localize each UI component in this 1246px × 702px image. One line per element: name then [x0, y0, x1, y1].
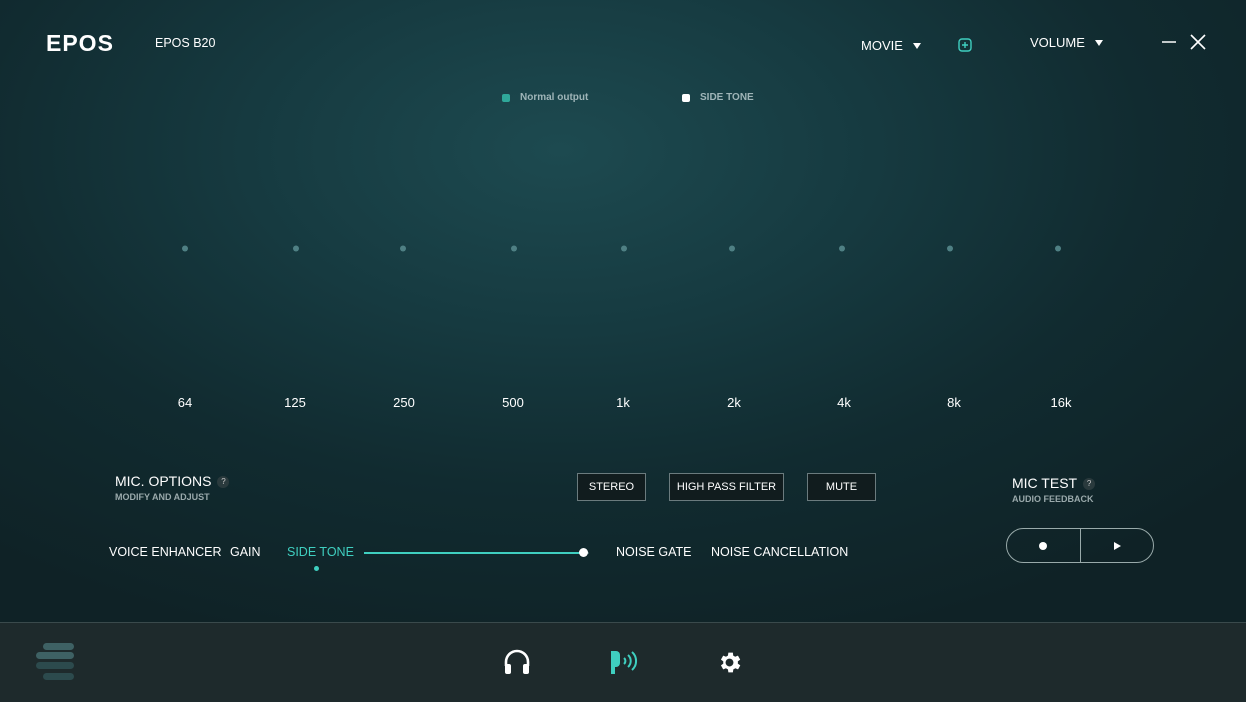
mic-test-section: MIC TEST? AUDIO FEEDBACK	[1012, 475, 1096, 504]
mic-options-title: MIC. OPTIONS	[115, 473, 212, 489]
help-icon[interactable]: ?	[1083, 477, 1096, 490]
headphones-icon[interactable]	[503, 649, 531, 680]
slider-fill	[364, 552, 584, 554]
mic-test-title: MIC TEST	[1012, 475, 1078, 491]
eq-point-500[interactable]	[511, 245, 517, 252]
play-button[interactable]	[1081, 529, 1154, 562]
freq-label-4k: 4k	[837, 395, 851, 410]
freq-label-2k: 2k	[727, 395, 741, 410]
eq-curve	[110, 245, 1115, 252]
settings-gear-icon[interactable]	[716, 649, 743, 681]
freq-label-8k: 8k	[947, 395, 961, 410]
freq-label-64: 64	[177, 395, 193, 410]
mic-test-subtitle: AUDIO FEEDBACK	[1012, 494, 1094, 504]
eq-point-4k[interactable]	[839, 245, 845, 252]
active-tab-indicator	[314, 566, 319, 571]
tab-side-tone[interactable]: SIDE TONE	[287, 545, 354, 559]
mic-options-section: MIC. OPTIONS? MODIFY AND ADJUST	[115, 473, 230, 502]
tab-noise-gate[interactable]: NOISE GATE	[616, 545, 691, 559]
help-icon[interactable]: ?	[217, 475, 230, 488]
mute-button[interactable]: MUTE	[807, 473, 876, 501]
freq-label-1k: 1k	[616, 395, 630, 410]
eq-point-2k[interactable]	[729, 245, 735, 252]
tab-voice-enhancer[interactable]: VOICE ENHANCER	[109, 545, 222, 559]
freq-label-16k: 16k	[1050, 395, 1072, 410]
tab-gain[interactable]: GAIN	[230, 545, 261, 559]
side-tone-slider[interactable]	[364, 543, 589, 563]
eq-point-1k[interactable]	[621, 245, 627, 252]
microphone-icon[interactable]	[609, 648, 639, 681]
eq-point-125[interactable]	[293, 245, 299, 252]
freq-label-250: 250	[393, 395, 415, 410]
record-button[interactable]	[1007, 529, 1081, 562]
stereo-button[interactable]: STEREO	[577, 473, 646, 501]
eq-point-64[interactable]	[182, 245, 188, 252]
mic-test-controls	[1006, 528, 1154, 563]
freq-label-500: 500	[502, 395, 524, 410]
eq-point-8k[interactable]	[947, 245, 953, 252]
slider-thumb[interactable]	[579, 548, 588, 557]
tab-noise-cancellation[interactable]: NOISE CANCELLATION	[711, 545, 848, 559]
eq-point-250[interactable]	[400, 245, 406, 252]
mic-options-subtitle: MODIFY AND ADJUST	[115, 492, 210, 502]
record-icon	[1039, 541, 1048, 550]
play-icon	[1113, 541, 1121, 550]
high-pass-filter-button[interactable]: HIGH PASS FILTER	[669, 473, 784, 501]
menu-icon[interactable]	[36, 643, 76, 688]
freq-label-125: 125	[284, 395, 306, 410]
eq-point-16k[interactable]	[1055, 245, 1061, 252]
